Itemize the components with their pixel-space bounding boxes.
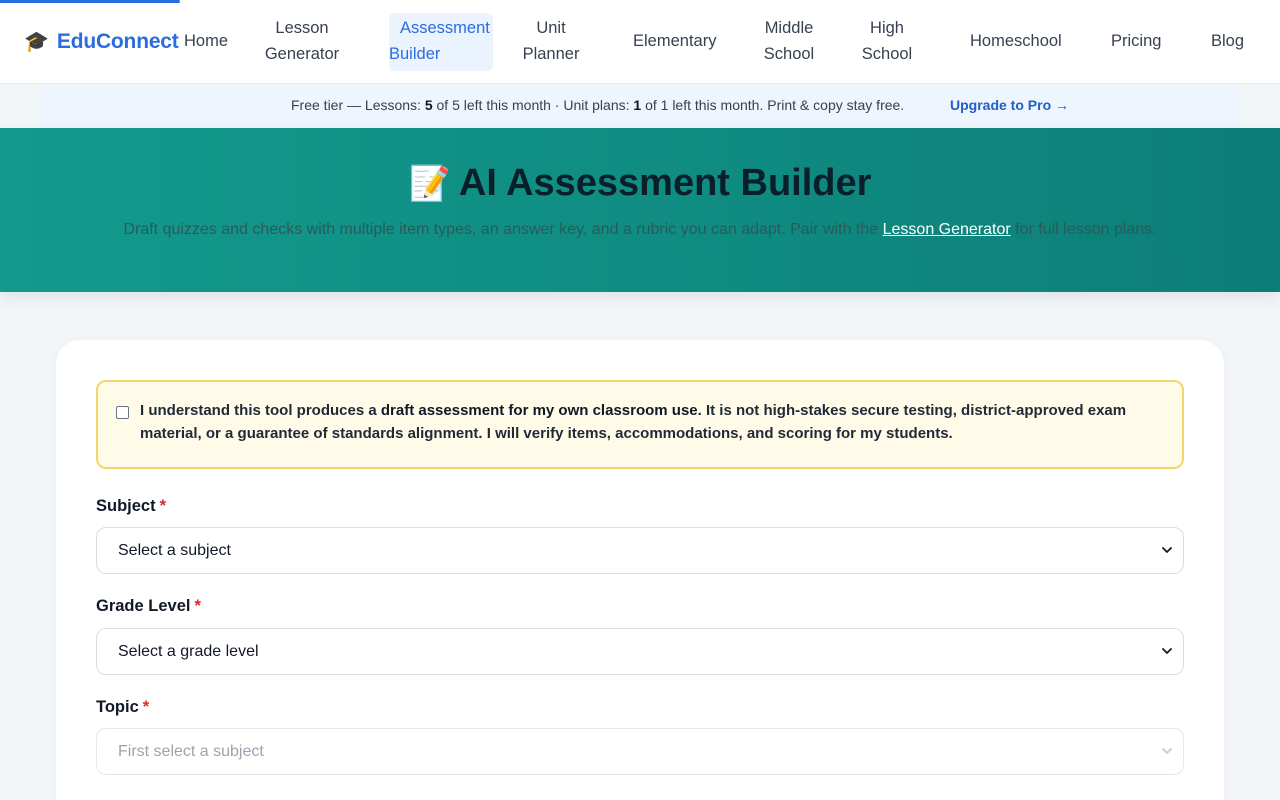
tier-prefix: Free tier — Lessons: (291, 97, 425, 113)
free-tier-banner: Free tier — Lessons: 5 of 5 left this mo… (40, 84, 1240, 128)
page-title-text: AI Assessment Builder (458, 162, 872, 204)
nav-home[interactable]: Home (184, 28, 228, 54)
topic-select-value: First select a subject (118, 743, 264, 760)
grade-select-value: Select a grade level (118, 643, 259, 660)
tier-lessons-rest: of 5 left this month · Unit plans: (432, 97, 634, 113)
tier-usage-text: Free tier — Lessons: 5 of 5 left this mo… (291, 97, 904, 113)
lessons-left-count: 5 (424, 97, 433, 113)
required-asterisk: * (142, 698, 150, 716)
nav-pricing[interactable]: Pricing (1111, 28, 1161, 54)
hero-sub-after: for full lesson plans. (1010, 221, 1157, 238)
grade-level-label: Grade Level * (96, 597, 201, 616)
nav-label: Builder (389, 45, 441, 63)
assessment-form-card: I understand this tool produces a draft … (56, 340, 1224, 800)
nav-label: School (861, 45, 913, 63)
disclaimer-notice: I understand this tool produces a draft … (96, 380, 1184, 469)
required-asterisk: * (194, 597, 201, 615)
nav-label: Assessment (400, 19, 490, 37)
tier-units-rest: of 1 left this month. Print & copy stay … (641, 97, 905, 113)
required-asterisk: * (159, 497, 167, 515)
grade-label-text: Grade Level (96, 597, 191, 615)
page-title: 📝 AI Assessment Builder (0, 162, 1280, 205)
nav-label: Generator (264, 45, 340, 63)
nav-label: Middle (764, 19, 814, 37)
subject-label: Subject * (96, 497, 166, 516)
subject-select-value: Select a subject (118, 542, 231, 559)
subject-label-text: Subject (96, 497, 156, 515)
nav-middle-school[interactable]: Middle School (753, 15, 825, 67)
topic-label: Topic * (96, 698, 149, 717)
disclaimer-bold: draft assessment for my own classroom us… (380, 402, 698, 419)
nav-label: High (870, 19, 904, 37)
nav-homeschool[interactable]: Homeschool (970, 28, 1062, 54)
nav-assessment-builder[interactable]: Assessment Builder (389, 13, 493, 71)
chevron-down-icon (1162, 648, 1172, 654)
chevron-down-icon (1162, 748, 1172, 754)
subject-select[interactable]: Select a subject (96, 527, 1184, 574)
site-header: 🎓 EduConnect Home Lesson Generator Asses… (0, 0, 1280, 84)
disclaimer-before: I understand this tool produces a (140, 402, 381, 419)
hero-subtitle: Draft quizzes and checks with multiple i… (0, 221, 1280, 239)
nav-high-school[interactable]: High School (859, 15, 915, 67)
topic-select[interactable]: First select a subject (96, 728, 1184, 775)
topic-label-text: Topic (96, 698, 139, 716)
nav-label: Unit (536, 19, 566, 37)
nav-label: Lesson (275, 19, 329, 37)
brand-name: EduConnect (56, 30, 179, 53)
nav-label: School (763, 45, 815, 63)
nav-unit-planner[interactable]: Unit Planner (522, 15, 580, 67)
nav-lesson-generator[interactable]: Lesson Generator (264, 15, 340, 67)
memo-pencil-icon: 📝 (408, 165, 451, 203)
graduation-cap-icon: 🎓 (24, 31, 49, 53)
grade-level-select[interactable]: Select a grade level (96, 628, 1184, 675)
chevron-down-icon (1162, 547, 1172, 553)
page-loading-bar (0, 0, 180, 3)
nav-blog[interactable]: Blog (1211, 28, 1244, 54)
brand-logo-link[interactable]: 🎓 EduConnect (24, 28, 179, 56)
lesson-generator-link[interactable]: Lesson Generator (883, 221, 1011, 238)
disclaimer-checkbox[interactable] (116, 406, 129, 419)
hero-sub-before: Draft quizzes and checks with multiple i… (123, 221, 883, 238)
nav-elementary[interactable]: Elementary (633, 28, 716, 54)
upgrade-to-pro-link[interactable]: Upgrade to Pro → (950, 97, 1069, 113)
hero-banner: 📝 AI Assessment Builder Draft quizzes and… (0, 128, 1280, 292)
nav-label: Planner (522, 45, 580, 63)
disclaimer-text: I understand this tool produces a draft … (140, 399, 1170, 445)
